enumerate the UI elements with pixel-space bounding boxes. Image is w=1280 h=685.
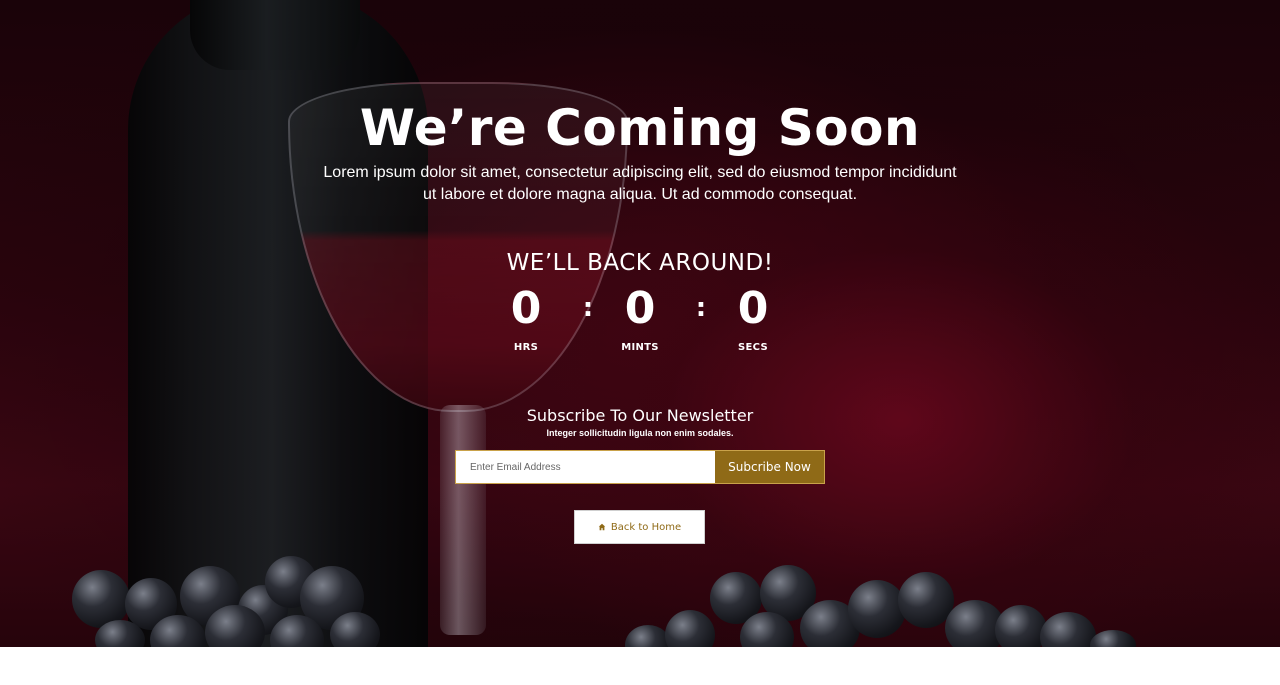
subscribe-button[interactable]: Subcribe Now: [715, 451, 824, 483]
grape-image: [848, 580, 906, 638]
countdown-seconds-label: SECS: [738, 342, 768, 353]
countdown-timer: 0 HRS : 0 MINTS : 0 SECS: [0, 280, 1280, 360]
countdown-minutes-label: MINTS: [621, 342, 659, 353]
newsletter-title: Subscribe To Our Newsletter: [526, 406, 754, 425]
back-to-home-label: Back to Home: [610, 521, 682, 533]
page-title: We’re Coming Soon: [359, 99, 921, 157]
grape-image: [1040, 612, 1096, 647]
home-icon: [598, 523, 606, 531]
countdown-separator: :: [695, 293, 707, 323]
countdown-minutes: 0 MINTS: [600, 280, 680, 358]
countdown-hours-label: HRS: [513, 342, 539, 353]
countdown-seconds: 0 SECS: [713, 280, 793, 358]
back-to-home-button[interactable]: Back to Home: [574, 510, 705, 544]
grape-image: [995, 605, 1047, 647]
countdown-seconds-value: 0: [737, 283, 769, 334]
countdown-separator: :: [582, 293, 594, 323]
countdown-heading: WE’LL BACK AROUND!: [506, 250, 774, 276]
countdown-hours-value: 0: [510, 283, 542, 334]
wine-bottle-neck-image: [190, 0, 360, 70]
grape-image: [665, 610, 715, 647]
grape-image: [1090, 630, 1136, 647]
newsletter-form: Subcribe Now: [455, 450, 825, 484]
newsletter-subtitle: Integer sollicitudin ligula non enim sod…: [546, 428, 734, 438]
email-input[interactable]: [456, 451, 715, 483]
countdown-hours: 0 HRS: [486, 280, 566, 358]
page-description: Lorem ipsum dolor sit amet, consectetur …: [323, 164, 957, 203]
wine-glass-stem-image: [440, 405, 486, 635]
countdown-minutes-value: 0: [624, 283, 656, 334]
